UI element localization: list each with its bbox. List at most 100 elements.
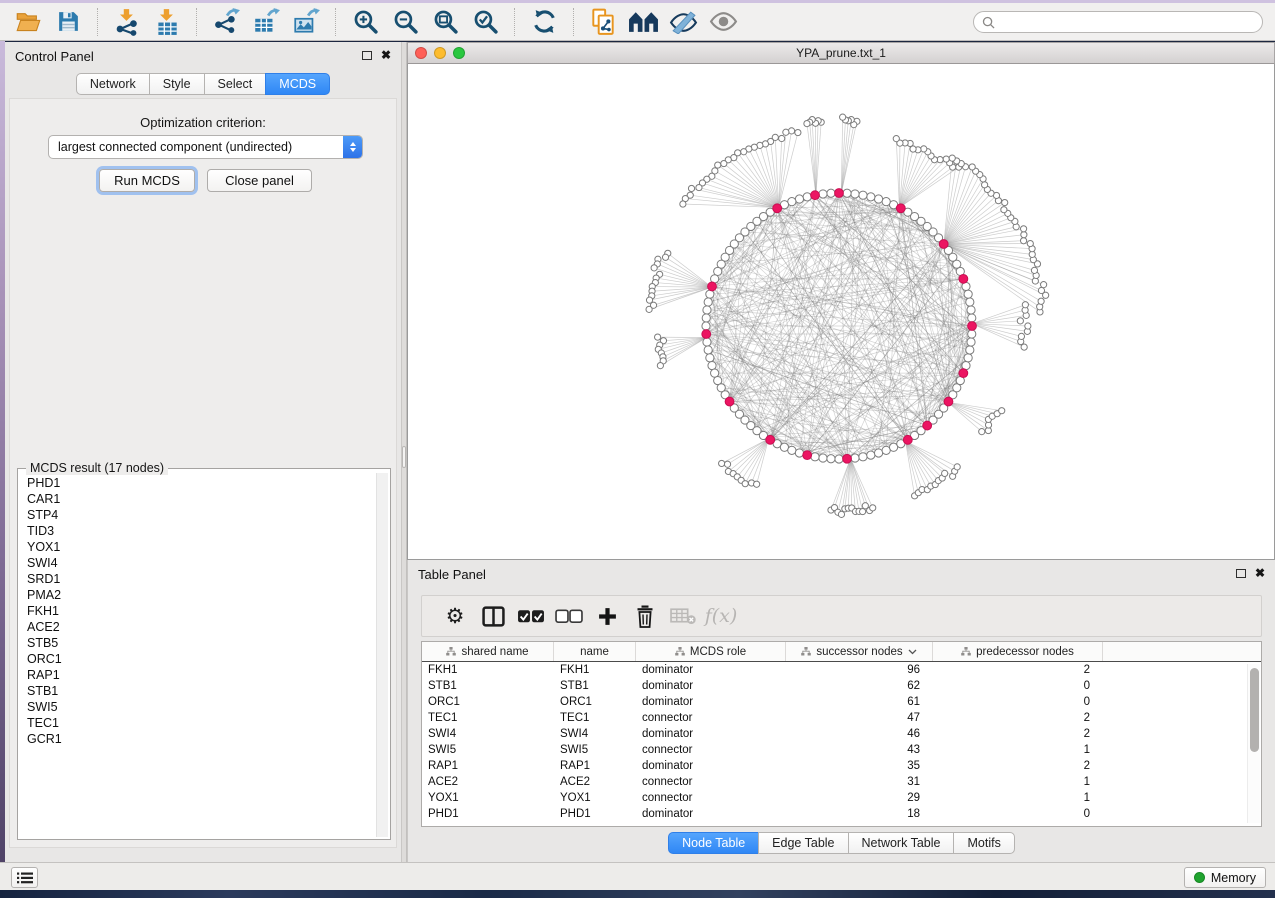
network-node[interactable] <box>967 306 975 314</box>
table-row[interactable]: FKH1FKH1dominator962 <box>422 662 1261 678</box>
mcds-dominator-node[interactable] <box>944 397 953 406</box>
network-node[interactable] <box>1038 287 1044 293</box>
network-node[interactable] <box>803 193 811 201</box>
show-hidden-button[interactable] <box>706 6 740 38</box>
export-image-button[interactable] <box>289 6 323 38</box>
network-node[interactable] <box>702 314 710 322</box>
column-header-shared-name[interactable]: shared name <box>422 642 554 661</box>
table-row[interactable]: YOX1YOX1connector291 <box>422 790 1261 806</box>
network-node[interactable] <box>742 481 748 487</box>
network-node[interactable] <box>1020 226 1026 232</box>
network-node[interactable] <box>1018 333 1024 339</box>
network-node[interactable] <box>651 265 657 271</box>
network-node[interactable] <box>1020 238 1026 244</box>
network-node[interactable] <box>646 306 652 312</box>
tab-edge-table[interactable]: Edge Table <box>758 832 848 854</box>
zoom-selected-button[interactable] <box>468 6 502 38</box>
open-file-button[interactable] <box>11 6 45 38</box>
network-node[interactable] <box>843 189 851 197</box>
network-node[interactable] <box>827 189 835 197</box>
network-node[interactable] <box>835 455 843 463</box>
table-row[interactable]: SWI5SWI5connector431 <box>422 742 1261 758</box>
network-node[interactable] <box>704 346 712 354</box>
network-node[interactable] <box>702 322 710 330</box>
zoom-fit-button[interactable] <box>428 6 462 38</box>
network-node[interactable] <box>1027 240 1033 246</box>
network-node[interactable] <box>655 334 661 340</box>
network-node[interactable] <box>708 361 716 369</box>
float-panel-icon[interactable] <box>362 51 372 60</box>
network-node[interactable] <box>788 128 794 134</box>
table-scrollbar[interactable] <box>1247 664 1260 823</box>
network-node[interactable] <box>921 146 927 152</box>
network-node[interactable] <box>783 129 789 135</box>
table-row[interactable]: ACE2ACE2connector311 <box>422 774 1261 790</box>
mcds-list-item[interactable]: STB5 <box>20 635 375 651</box>
network-node[interactable] <box>870 505 876 511</box>
mcds-list-item[interactable]: ACE2 <box>20 619 375 635</box>
hide-selected-button[interactable] <box>666 6 700 38</box>
network-window-titlebar[interactable]: YPA_prune.txt_1 <box>407 42 1275 64</box>
network-node[interactable] <box>838 511 844 517</box>
refresh-view-button[interactable] <box>527 6 561 38</box>
tab-network[interactable]: Network <box>76 73 150 95</box>
network-node[interactable] <box>874 449 882 457</box>
mcds-dominator-node[interactable] <box>766 435 775 444</box>
network-node[interactable] <box>819 190 827 198</box>
mcds-dominator-node[interactable] <box>843 454 852 463</box>
mcds-list-item[interactable]: TID3 <box>20 523 375 539</box>
mcds-dominator-node[interactable] <box>896 204 905 213</box>
mcds-list-item[interactable]: PMA2 <box>20 587 375 603</box>
mcds-list-item[interactable]: GCR1 <box>20 731 375 747</box>
network-node[interactable] <box>851 190 859 198</box>
import-network-button[interactable] <box>110 6 144 38</box>
network-node[interactable] <box>860 508 866 514</box>
network-node[interactable] <box>819 454 827 462</box>
network-node[interactable] <box>703 306 711 314</box>
table-row[interactable]: PHD1PHD1dominator180 <box>422 806 1261 822</box>
network-node[interactable] <box>1025 323 1031 329</box>
network-node[interactable] <box>754 481 760 487</box>
mcds-dominator-node[interactable] <box>959 369 968 378</box>
column-header-successor-nodes[interactable]: successor nodes <box>786 642 933 661</box>
network-node[interactable] <box>979 429 985 435</box>
tab-network-table[interactable]: Network Table <box>848 832 955 854</box>
task-history-button[interactable] <box>11 867 38 888</box>
delete-columns-button[interactable] <box>626 599 664 633</box>
network-node[interactable] <box>721 160 727 166</box>
network-node[interactable] <box>968 314 976 322</box>
network-canvas[interactable] <box>407 64 1275 560</box>
mcds-dominator-node[interactable] <box>708 282 717 291</box>
float-panel-icon[interactable] <box>1236 569 1246 578</box>
network-node[interactable] <box>706 354 714 362</box>
network-node[interactable] <box>1021 344 1027 350</box>
column-header-predecessor-nodes[interactable]: predecessor nodes <box>933 642 1103 661</box>
network-node[interactable] <box>964 290 972 298</box>
table-row[interactable]: TEC1TEC1connector472 <box>422 710 1261 726</box>
close-panel-button[interactable]: Close panel <box>207 169 312 192</box>
network-node[interactable] <box>942 470 948 476</box>
network-node[interactable] <box>715 162 721 168</box>
first-neighbors-button[interactable] <box>626 6 660 38</box>
save-session-button[interactable] <box>51 6 85 38</box>
network-node[interactable] <box>966 298 974 306</box>
network-node[interactable] <box>706 290 714 298</box>
export-table-button[interactable] <box>249 6 283 38</box>
network-node[interactable] <box>999 408 1005 414</box>
deselect-all-rows-button[interactable] <box>550 599 588 633</box>
network-node[interactable] <box>882 198 890 206</box>
network-node[interactable] <box>859 191 867 199</box>
mcds-list-item[interactable]: SWI5 <box>20 699 375 715</box>
network-node[interactable] <box>804 120 810 126</box>
network-node[interactable] <box>724 461 730 467</box>
network-node[interactable] <box>795 449 803 457</box>
mcds-list-item[interactable]: SWI4 <box>20 555 375 571</box>
network-node[interactable] <box>1001 207 1007 213</box>
table-row[interactable]: SWI4SWI4dominator462 <box>422 726 1261 742</box>
mcds-dominator-node[interactable] <box>923 421 932 430</box>
network-node[interactable] <box>657 362 663 368</box>
mcds-dominator-node[interactable] <box>773 204 782 213</box>
network-node[interactable] <box>968 330 976 338</box>
network-node[interactable] <box>719 460 725 466</box>
network-node[interactable] <box>788 446 796 454</box>
